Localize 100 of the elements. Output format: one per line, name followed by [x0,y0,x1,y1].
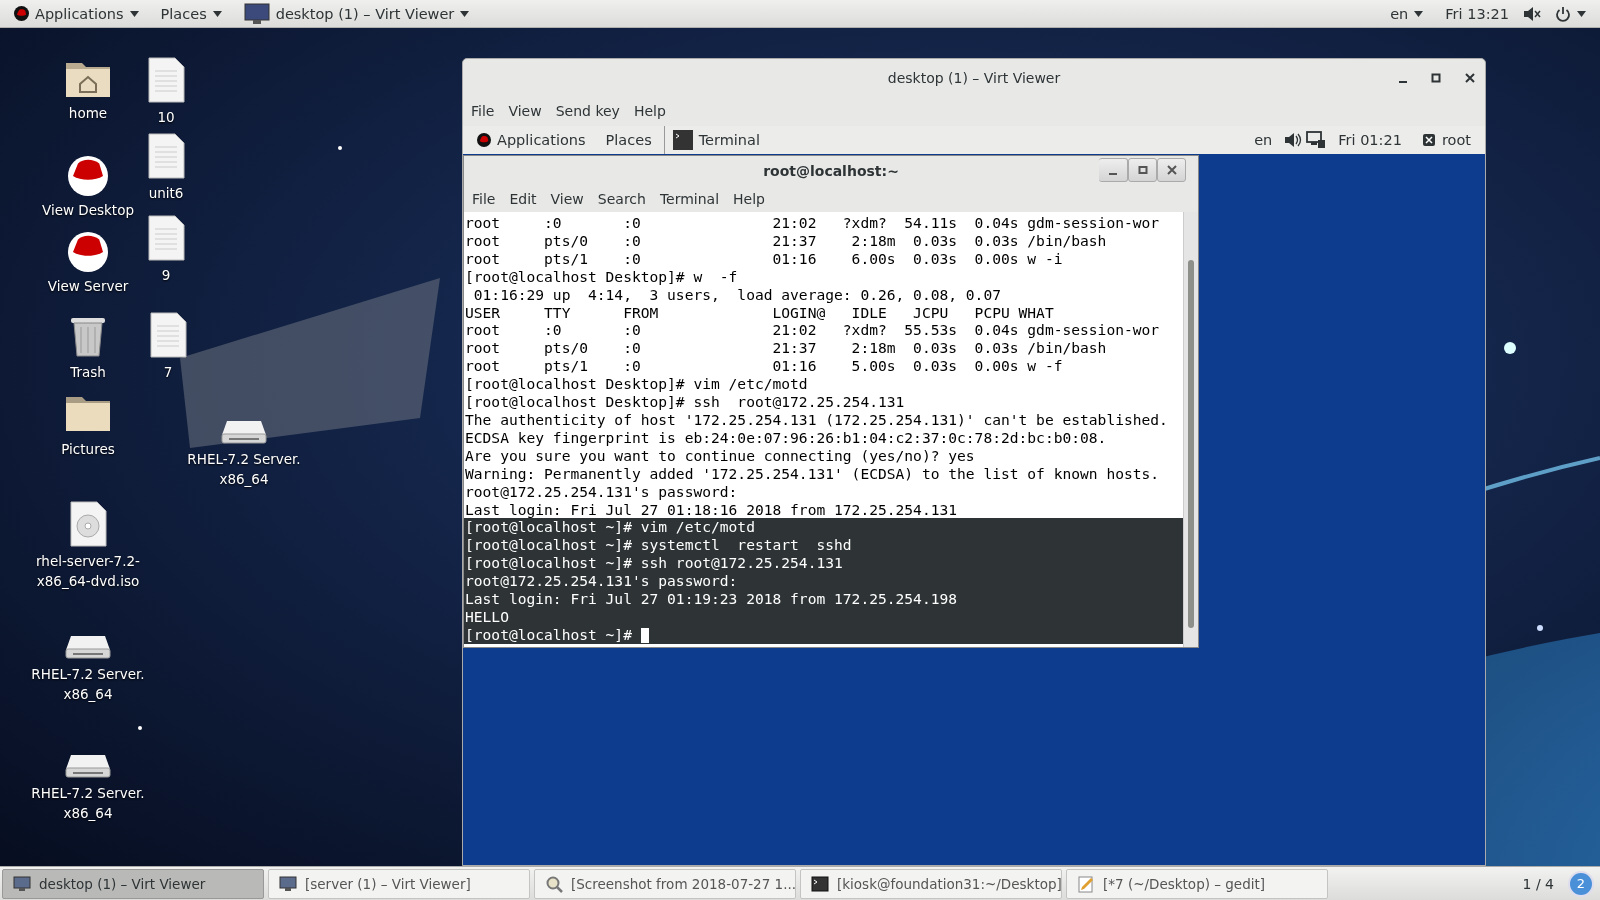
network-icon[interactable] [1306,131,1327,149]
document-icon [147,215,185,261]
taskbar-button[interactable]: [kiosk@foundation31:~/Desktop] [800,868,1062,899]
top-bar-menu[interactable]: Places [152,5,230,22]
menu-item[interactable]: View [544,188,590,210]
menu-item[interactable]: View [502,100,548,122]
top-bar-menu[interactable]: Places [597,132,660,148]
terminal-line: HELLO [465,607,509,625]
monitor-icon [243,2,270,25]
scrollbar[interactable] [1183,212,1198,647]
drive-icon [65,753,111,779]
desktop-icon-label[interactable]: View Server [47,276,129,296]
speaker-icon[interactable] [1284,132,1303,148]
terminal-line: USER TTY FROM LOGIN@ IDLE JCPU PCPU WHAT [465,303,1054,321]
terminal-line: root :0 :0 21:02 ?xdm? 54.11s 0.04s gdm-session-wor [465,214,1160,231]
terminal-line: Last login: Fri Jul 27 01:19:23 2018 from 172.25.254.198 [465,590,958,608]
terminal-line: ECDSA key fingerprint is eb:24:0e:07:96:26:b1:04:c2:37:0c:78:2d:bc:b0:08. [465,428,1107,446]
hat-logo-icon [68,156,108,196]
desktop-icon-label[interactable]: RHEL-7.2 Server. x86_64 [187,449,301,489]
menu-item[interactable]: Help [727,188,771,210]
menu-item[interactable]: Help [627,100,672,122]
maximize-icon [1137,165,1148,175]
top-bar-menu[interactable]: Applications [469,132,594,148]
taskbar-button[interactable]: desktop (1) – Virt Viewer [2,868,264,899]
terminal-line: Warning: Permanently added '172.25.254.131' (ECDSA) to the list of known hosts. [465,464,1160,482]
minimize-button[interactable] [1099,158,1128,182]
desktop-icon-label[interactable]: unit6 [148,183,184,203]
speaker-icon[interactable] [1523,5,1541,22]
monitor-icon [13,875,31,892]
drive-icon [221,419,267,445]
window-list-button[interactable]: desktop (1) – Virt Viewer [235,2,478,25]
desktop-icon-label[interactable]: 7 [163,362,173,382]
clock[interactable]: Fri 01:21 [1330,132,1410,148]
window-title: desktop (1) – Virt Viewer [887,69,1061,86]
disc-image-icon [69,501,107,547]
minimize-icon [1109,173,1117,175]
terminal-icon [811,875,829,892]
hat-logo-icon [477,133,491,147]
power-icon [1555,5,1571,22]
maximize-icon [1431,72,1441,83]
workspace-indicator[interactable]: 1 / 4 [1512,875,1564,892]
close-button[interactable] [1157,158,1186,182]
menu-item[interactable]: Send key [549,100,626,122]
clock[interactable]: Fri 13:21 [1437,5,1517,22]
terminal-line: root@172.25.254.131's password: [465,572,738,590]
taskbar-button[interactable]: [Screenshot from 2018-07-27 1... [534,868,796,899]
document-icon [147,133,185,179]
drive-icon [65,634,111,660]
caret-icon [129,10,139,17]
user-icon [1421,133,1436,147]
desktop-icon-label[interactable]: Pictures [61,439,115,459]
top-bar-menu[interactable]: Applications [6,5,147,22]
magnifier-icon [545,874,563,893]
terminal-line: Last login: Fri Jul 27 01:18:16 2018 from 172.25.254.131 [465,500,958,518]
caret-icon [212,10,222,17]
menu-item[interactable]: Terminal [653,188,726,210]
close-icon [1166,165,1177,175]
terminal-line: root pts/0 :0 21:37 2:18m 0.03s 0.03s /bin/bash [465,231,1107,249]
maximize-button[interactable] [1128,158,1157,182]
document-icon [147,57,185,103]
menu-item[interactable]: Edit [503,188,543,210]
desktop-icon-label[interactable]: View Desktop [42,200,134,220]
hat-logo-icon [14,6,29,21]
caret-icon [1414,10,1424,17]
terminal-line: Are you sure you want to continue connecting (yes/no)? yes [465,446,975,464]
terminal-line: [root@localhost Desktop]# w -f [465,267,738,285]
terminal-line: The authenticity of host '172.25.254.131 (172.25.254.131)' can't be established. [465,410,1168,428]
taskbar-button[interactable]: [*7 (~/Desktop) – gedit] [1066,868,1328,899]
close-button[interactable] [1463,70,1477,85]
desktop-icon-label[interactable]: RHEL-7.2 Server. x86_64 [31,783,145,823]
caret-icon [460,10,470,17]
desktop-icon-label[interactable]: rhel-server-7.2- x86_64-dvd.iso [36,551,140,591]
terminal-icon [672,130,693,150]
terminal-line: root :0 :0 21:02 ?xdm? 55.53s 0.04s gdm-session-wor [465,321,1160,339]
user-menu[interactable]: root [1413,132,1479,148]
terminal-line: [root@localhost ~]# systemctl restart sshd [465,536,852,554]
language-menu[interactable]: en [1246,132,1281,148]
terminal-line: 01:16:29 up 4:14, 3 users, load average: 0.26, 0.08, 0.07 [472,285,1001,303]
language-menu[interactable]: en [1382,5,1432,22]
desktop-icon-label[interactable]: 10 [157,107,175,127]
taskbar-button[interactable]: [server (1) – Virt Viewer] [268,868,530,899]
terminal-line: root@172.25.254.131's password: [465,482,738,500]
desktop-icon-label[interactable]: 9 [161,265,171,285]
terminal-line: [root@localhost Desktop]# vim /etc/motd [465,375,808,393]
desktop-icon-label[interactable]: Trash [70,362,106,382]
menu-item[interactable]: File [466,188,502,210]
menu-item[interactable]: Search [591,188,652,210]
terminal-line: [root@localhost ~]# [465,625,633,643]
desktop-icon-label[interactable]: home [68,103,108,123]
caret-icon [1577,10,1586,17]
minimize-icon [1399,80,1407,83]
menu-item[interactable]: File [465,100,501,122]
hat-logo-icon [68,232,108,272]
taskbar-button[interactable]: Terminal [663,126,768,154]
terminal-line: root pts/0 :0 21:37 2:18m 0.03s 0.03s /bin/bash [465,339,1107,357]
desktop-icon-label[interactable]: RHEL-7.2 Server. x86_64 [31,664,145,704]
terminal-line: [root@localhost ~]# vim /etc/motd [465,518,755,536]
monitor-icon [279,875,297,892]
document-icon [149,312,187,358]
terminal-line: [root@localhost ~]# ssh root@172.25.254.131 [465,554,843,572]
